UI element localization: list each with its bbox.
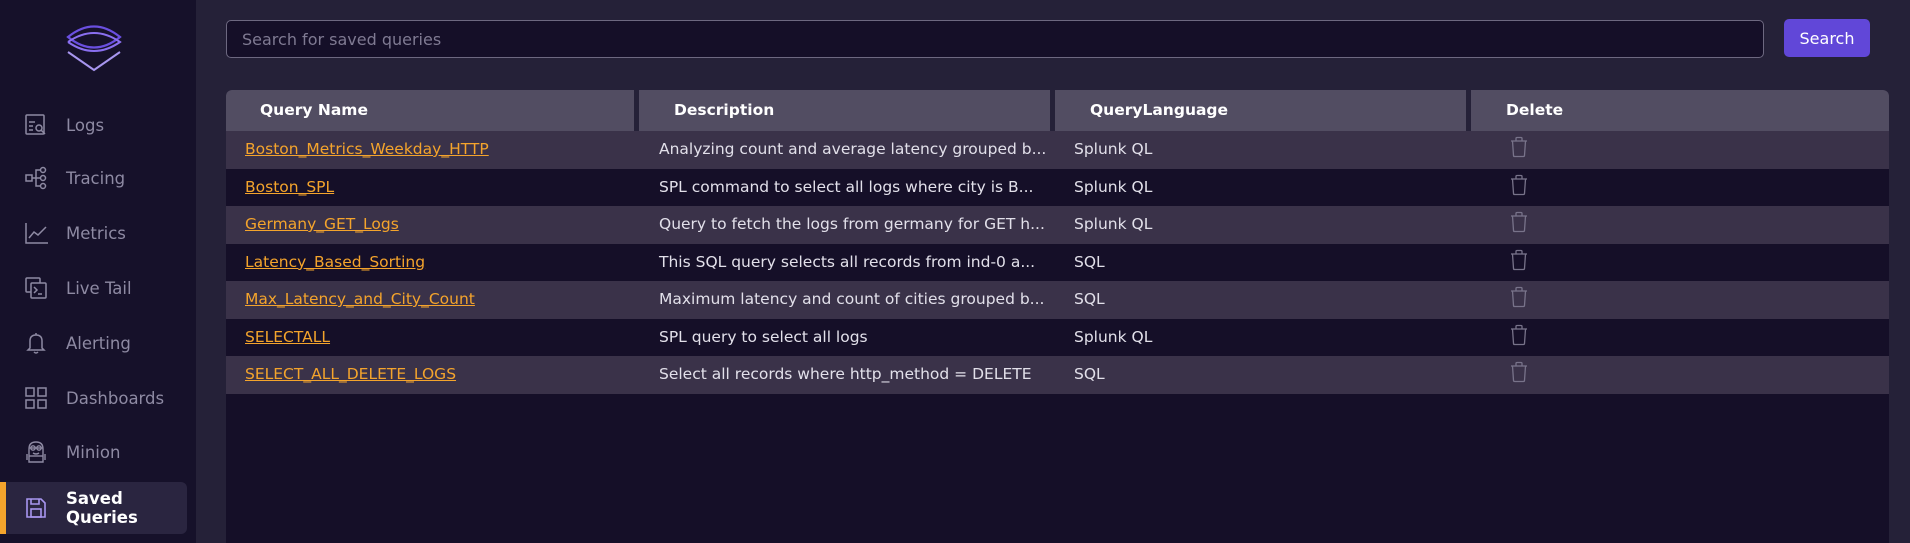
table-body: Boston_Metrics_Weekday_HTTP Analyzing co…: [226, 131, 1889, 394]
column-resize-handle[interactable]: [1466, 90, 1471, 131]
sidebar-item-label: Saved Queries: [66, 489, 138, 527]
table-row: Max_Latency_and_City_Count Maximum laten…: [226, 281, 1889, 319]
query-name-link[interactable]: SELECTALL: [245, 328, 330, 346]
query-name-link[interactable]: Latency_Based_Sorting: [245, 253, 425, 271]
table-row: SELECT_ALL_DELETE_LOGS Select all record…: [226, 356, 1889, 394]
column-resize-handle[interactable]: [1050, 90, 1055, 131]
query-name-cell: SELECT_ALL_DELETE_LOGS: [245, 356, 456, 394]
query-name-link[interactable]: SELECT_ALL_DELETE_LOGS: [245, 365, 456, 383]
bell-icon: [26, 333, 46, 354]
sidebar-item-tracing[interactable]: Tracing: [0, 152, 187, 204]
table-row: Germany_GET_Logs Query to fetch the logs…: [226, 206, 1889, 244]
sidebar: Logs Tracing Metrics Live Tail Alerting: [0, 0, 196, 543]
column-header-query-name[interactable]: Query Name: [260, 90, 368, 131]
sidebar-item-logs[interactable]: Logs: [0, 99, 187, 151]
query-name-cell: Germany_GET_Logs: [245, 206, 399, 244]
sidebar-item-label: Dashboards: [66, 388, 165, 408]
query-name-cell: Latency_Based_Sorting: [245, 244, 425, 282]
sidebar-item-minion[interactable]: Minion: [0, 426, 187, 478]
query-name-cell: Max_Latency_and_City_Count: [245, 281, 475, 319]
trash-icon[interactable]: [1510, 211, 1528, 233]
query-name-link[interactable]: Germany_GET_Logs: [245, 215, 399, 233]
sidebar-item-alerting[interactable]: Alerting: [0, 317, 187, 369]
query-name-cell: Boston_SPL: [245, 169, 334, 207]
trash-icon[interactable]: [1510, 324, 1528, 346]
query-language-cell: SQL: [1074, 365, 1105, 383]
sidebar-item-dashboards[interactable]: Dashboards: [0, 372, 187, 424]
query-language-cell: Splunk QL: [1074, 327, 1153, 346]
description-cell: This SQL query selects all records from …: [659, 252, 1036, 271]
sidebar-item-label: Live Tail: [66, 278, 132, 298]
table-row: Boston_Metrics_Weekday_HTTP Analyzing co…: [226, 131, 1889, 169]
trash-icon[interactable]: [1510, 361, 1528, 383]
logo-icon[interactable]: [62, 18, 126, 74]
column-resize-handle[interactable]: [634, 90, 639, 131]
trash-icon[interactable]: [1510, 286, 1528, 308]
trash-icon[interactable]: [1510, 136, 1528, 158]
saved-queries-table: Query Name Description QueryLanguage Del…: [226, 90, 1889, 543]
query-name-cell: SELECTALL: [245, 319, 330, 357]
description-cell: Maximum latency and count of cities grou…: [659, 290, 1045, 308]
description-cell: Query to fetch the logs from germany for…: [659, 215, 1045, 233]
sidebar-item-label: Metrics: [66, 223, 126, 243]
table-row: SELECTALL SPL query to select all logs S…: [226, 318, 1889, 357]
query-name-cell: Boston_Metrics_Weekday_HTTP: [245, 131, 489, 169]
description-cell: Analyzing count and average latency grou…: [659, 140, 1047, 158]
trash-icon[interactable]: [1510, 174, 1528, 196]
trash-icon[interactable]: [1510, 249, 1528, 271]
column-header-delete[interactable]: Delete: [1506, 90, 1563, 131]
table-row: Boston_SPL SPL command to select all log…: [226, 168, 1889, 207]
table-header: Query Name Description QueryLanguage Del…: [226, 90, 1889, 131]
sidebar-item-metrics[interactable]: Metrics: [0, 207, 187, 259]
description-cell: SPL command to select all logs where cit…: [659, 177, 1034, 196]
sidebar-item-label: Logs: [66, 115, 105, 135]
tracing-tree-icon: [25, 166, 47, 190]
description-cell: SPL query to select all logs: [659, 327, 868, 346]
column-header-description[interactable]: Description: [674, 90, 774, 131]
save-icon: [26, 498, 46, 518]
search-input[interactable]: [226, 20, 1764, 58]
search-button[interactable]: Search: [1784, 19, 1870, 57]
query-name-link[interactable]: Max_Latency_and_City_Count: [245, 290, 475, 308]
grid-icon: [25, 387, 47, 409]
minion-icon: [26, 441, 46, 463]
query-language-cell: Splunk QL: [1074, 140, 1153, 158]
query-name-link[interactable]: Boston_SPL: [245, 178, 334, 196]
logs-search-icon: [25, 114, 46, 135]
metrics-chart-icon: [25, 223, 48, 244]
sidebar-item-label: Tracing: [66, 168, 126, 188]
table-row: Latency_Based_Sorting This SQL query sel…: [226, 243, 1889, 282]
query-language-cell: SQL: [1074, 252, 1105, 271]
sidebar-item-label: Minion: [66, 442, 121, 462]
sidebar-item-live-tail[interactable]: Live Tail: [0, 262, 187, 314]
sidebar-item-label: Alerting: [66, 333, 131, 353]
query-language-cell: Splunk QL: [1074, 215, 1153, 233]
sidebar-item-saved-queries[interactable]: Saved Queries: [0, 482, 187, 534]
terminal-icon: [25, 277, 47, 299]
query-name-link[interactable]: Boston_Metrics_Weekday_HTTP: [245, 140, 489, 158]
column-header-query-language[interactable]: QueryLanguage: [1090, 90, 1228, 131]
description-cell: Select all records where http_method = D…: [659, 365, 1032, 383]
query-language-cell: Splunk QL: [1074, 177, 1153, 196]
query-language-cell: SQL: [1074, 290, 1105, 308]
